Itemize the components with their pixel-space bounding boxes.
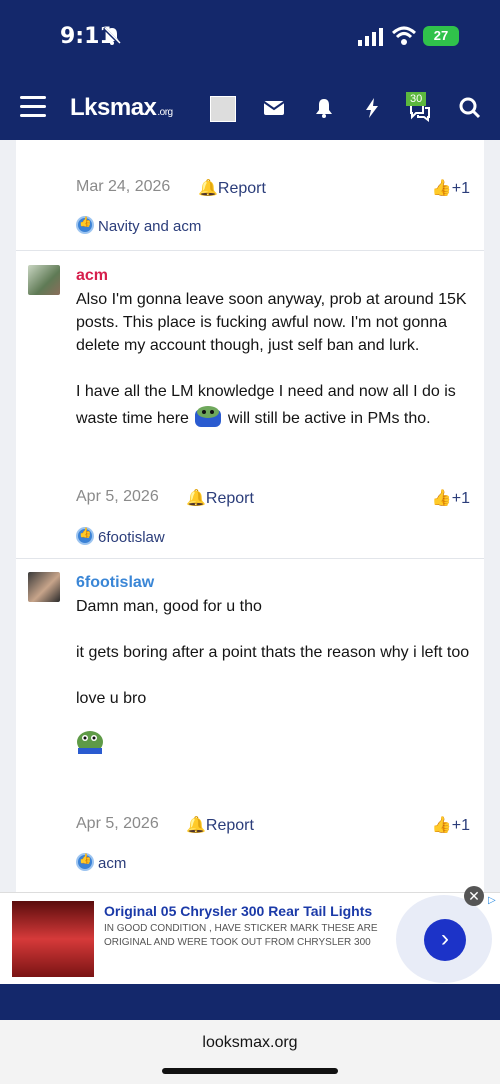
cellular-signal-icon [358, 28, 383, 46]
post-paragraph: I have all the LM knowledge I need and n… [76, 383, 456, 427]
ad-open-button[interactable]: › [424, 919, 466, 961]
post-paragraph: love u bro [76, 690, 147, 707]
pepe-emoji-icon [195, 406, 222, 427]
post: 6footislaw Damn man, good for u tho it g… [16, 559, 484, 892]
like-icon [76, 527, 94, 545]
browser-address-bar[interactable]: looksmax.org [0, 1020, 500, 1084]
wifi-icon [392, 26, 416, 45]
alerts-count-badge: 30 [406, 92, 427, 106]
like-button[interactable]: 👍+1 [432, 488, 470, 508]
site-footer-bar [0, 984, 500, 1020]
author-name[interactable]: acm [76, 267, 108, 285]
post: acm Also I'm gonna leave soon anyway, pr… [16, 251, 484, 559]
post-body: Also I'm gonna leave soon anyway, prob a… [76, 288, 476, 430]
reactions-bar[interactable]: 6footislaw [76, 527, 165, 549]
ad-banner[interactable]: Original 05 Chrysler 300 Rear Tail Light… [0, 886, 500, 984]
thread-posts: Mar 24, 2026 🔔Report 👍+1 Navity and acm … [16, 140, 484, 892]
post-paragraph: Also I'm gonna leave soon anyway, prob a… [76, 291, 467, 354]
like-icon [76, 853, 94, 871]
post-paragraph: Damn man, good for u tho [76, 598, 262, 615]
post-body: Damn man, good for u tho it gets boring … [76, 595, 476, 754]
battery-indicator: 27 [423, 26, 459, 46]
post-date[interactable]: Apr 5, 2026 [76, 488, 159, 505]
ad-description: IN GOOD CONDITION , HAVE STICKER MARK TH… [104, 923, 378, 948]
lightning-bolt-icon[interactable] [360, 96, 384, 120]
bell-slash-icon [102, 26, 122, 46]
search-icon[interactable] [458, 96, 482, 120]
envelope-icon[interactable] [262, 96, 286, 120]
post-paragraph: it gets boring after a point thats the r… [76, 644, 470, 661]
ad-product-image[interactable] [12, 901, 94, 977]
user-avatar[interactable] [210, 96, 236, 122]
post-date[interactable]: Mar 24, 2026 [76, 178, 170, 195]
post-meta: Apr 5, 2026 🔔Report 👍+1 [76, 488, 476, 510]
reactions-bar[interactable]: acm [76, 853, 126, 875]
like-button[interactable]: 👍+1 [432, 815, 470, 835]
site-header: Lksmax.org 30 [0, 78, 500, 140]
post-date[interactable]: Apr 5, 2026 [76, 815, 159, 832]
author-name[interactable]: 6footislaw [76, 574, 154, 592]
report-link[interactable]: 🔔Report [186, 488, 254, 508]
post-meta: Mar 24, 2026 🔔Report 👍+1 [76, 178, 476, 200]
like-icon [76, 216, 94, 234]
status-bar: 9:11 27 [0, 0, 500, 78]
author-avatar[interactable] [28, 265, 60, 295]
report-link[interactable]: 🔔Report [186, 815, 254, 835]
report-link[interactable]: 🔔Report [198, 178, 266, 198]
pepe-emoji-icon [77, 731, 103, 754]
like-button[interactable]: 👍+1 [432, 178, 470, 198]
ad-title[interactable]: Original 05 Chrysler 300 Rear Tail Light… [104, 903, 394, 919]
site-logo[interactable]: Lksmax.org [70, 94, 173, 122]
author-avatar[interactable] [28, 572, 60, 602]
reactions-bar[interactable]: Navity and acm [76, 216, 201, 238]
ad-close-button[interactable]: ✕ [464, 886, 484, 906]
url-text[interactable]: looksmax.org [0, 1034, 500, 1052]
home-indicator [162, 1068, 338, 1074]
hamburger-menu-icon[interactable] [20, 96, 46, 120]
post-meta: Apr 5, 2026 🔔Report 👍+1 [76, 815, 476, 837]
bell-icon[interactable] [312, 96, 336, 120]
post: Mar 24, 2026 🔔Report 👍+1 Navity and acm [16, 140, 484, 251]
adchoices-icon[interactable]: ▷ [488, 895, 496, 906]
